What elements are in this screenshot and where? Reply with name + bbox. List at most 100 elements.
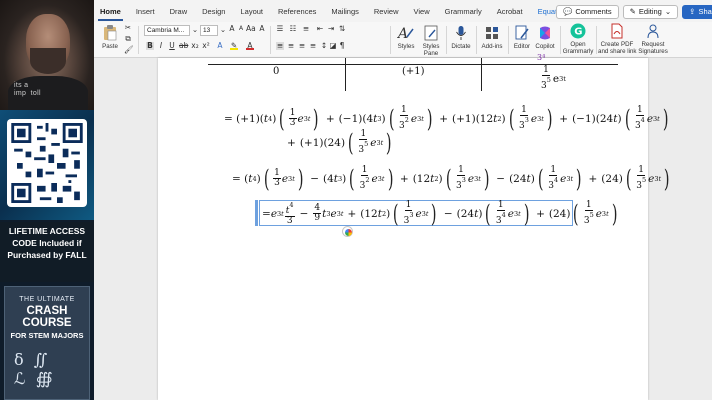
font-name-combo[interactable]: Cambria M...: [144, 25, 190, 36]
addins-label: Add-ins: [481, 43, 503, 50]
grid-addins-icon: [486, 27, 498, 39]
shading-icon[interactable]: ◪: [329, 42, 337, 50]
ribbon-home: Paste ✂ ⧉ 🖌 Cambria M... ⌄ 13 ⌄ A A Aa A…: [94, 22, 712, 58]
dictate-label: Dictate: [451, 43, 471, 50]
promo-line: CODE Included if: [12, 238, 82, 248]
cut-icon[interactable]: ✂: [124, 24, 132, 32]
decrease-indent-icon[interactable]: ⇤: [316, 25, 324, 33]
text-effects-icon[interactable]: A: [216, 42, 224, 50]
editing-button[interactable]: ✎ Editing ⌄: [622, 4, 679, 19]
font-size-value: 13: [203, 27, 211, 34]
styles-button[interactable]: A Styles: [394, 25, 418, 50]
chevron-down-icon[interactable]: ⌄: [191, 26, 199, 34]
dictate-button[interactable]: Dictate: [450, 25, 472, 50]
editor-label: Editor: [513, 43, 531, 50]
table-cell: (+1): [402, 66, 425, 77]
tab-grammarly[interactable]: Grammarly: [443, 5, 484, 21]
equation-line-1a: = (+1)(t 4)(1 3 e 3t) + (−1)(4 t 3)(1 32 e 3t) + (+…: [224, 104, 669, 133]
equation-line-3[interactable]: = e 3t t4 3 −4 9 t 3 e 3t + (12 t 2)(1 33 e 3t) − (24 t)…: [262, 201, 620, 226]
align-right-icon[interactable]: ≡: [298, 42, 306, 50]
italic-icon[interactable]: I: [157, 42, 165, 50]
fraction: 1 33: [456, 165, 466, 191]
font-name-value: Cambria M...: [147, 27, 185, 34]
create-pdf-button[interactable]: Create PDF and share link: [598, 23, 637, 55]
video-overlay-panel: its a imp toll LIFETIME ACCESS CODE Incl…: [0, 0, 94, 400]
subscript-icon[interactable]: x₂: [191, 42, 199, 50]
share-label: Share: [698, 7, 712, 16]
fraction: 1 34: [548, 165, 559, 191]
bold-icon[interactable]: B: [146, 42, 154, 50]
editor-button[interactable]: Editor: [512, 25, 532, 50]
format-painter-icon[interactable]: 🖌: [124, 46, 134, 54]
change-case-icon[interactable]: Aa: [246, 25, 256, 33]
shrink-font-icon[interactable]: A: [237, 25, 245, 33]
strikethrough-icon[interactable]: ab: [179, 42, 188, 50]
document-page[interactable]: 0 (+1) 3⁴ 1 35 e 3t = (+1)(t 4)(1 3 e 3t) + (−1…: [158, 53, 670, 400]
justify-icon[interactable]: ≡: [309, 42, 317, 50]
chevron-down-icon[interactable]: ⌄: [219, 26, 227, 34]
increase-indent-icon[interactable]: ⇥: [327, 25, 335, 33]
svg-text:A: A: [397, 26, 408, 41]
tab-review[interactable]: Review: [372, 5, 401, 21]
tab-draw[interactable]: Draw: [168, 5, 190, 21]
clipboard-icon: [104, 25, 117, 41]
webcam-beard: [30, 48, 66, 74]
tab-layout[interactable]: Layout: [238, 5, 265, 21]
tab-insert[interactable]: Insert: [134, 5, 157, 21]
align-left-icon[interactable]: ≡: [276, 42, 284, 50]
grow-font-icon[interactable]: A: [228, 25, 236, 33]
share-button[interactable]: ⇪ Share ⌄: [682, 4, 712, 19]
line-spacing-icon[interactable]: ↕: [320, 42, 328, 50]
paste-label: Paste: [102, 43, 118, 50]
editing-label: Editing: [638, 7, 662, 16]
equation-line-1b: + (+1)(24)(1 35 e 3t): [287, 128, 392, 157]
addins-button[interactable]: Add-ins: [480, 25, 504, 50]
multilevel-list-icon[interactable]: ≡: [302, 25, 310, 33]
grammarly-icon: G: [570, 23, 586, 39]
highlight-icon[interactable]: ✎: [230, 42, 238, 50]
divider: [390, 26, 391, 54]
fraction: 13: [273, 168, 281, 188]
exp-power: 3t: [559, 74, 566, 83]
copy-icon[interactable]: ⧉: [124, 35, 132, 43]
grammarly-widget-icon[interactable]: [342, 226, 353, 237]
copilot-button[interactable]: Copilot: [534, 25, 556, 50]
tab-view[interactable]: View: [411, 5, 431, 21]
font-color-icon[interactable]: A: [246, 42, 254, 50]
sort-icon[interactable]: ⇅: [338, 25, 346, 33]
request-signatures-button[interactable]: Request Signatures: [638, 23, 668, 55]
bullets-icon[interactable]: ☰: [276, 25, 284, 33]
font-size-combo[interactable]: 13: [200, 25, 218, 36]
request-signatures-label: Request Signatures: [638, 41, 668, 55]
numerator: 1: [542, 65, 550, 76]
underline-icon[interactable]: U: [168, 42, 176, 50]
fraction: 1 35: [583, 200, 594, 226]
styles-icon: A: [397, 26, 414, 41]
comment-icon: 💬: [563, 7, 573, 16]
tab-references[interactable]: References: [276, 5, 318, 21]
open-grammarly-button[interactable]: G Open Grammarly: [562, 23, 594, 55]
paste-button[interactable]: Paste: [100, 25, 120, 50]
superscript-icon[interactable]: x²: [202, 42, 210, 50]
numbering-icon[interactable]: ☷: [289, 25, 297, 33]
show-marks-icon[interactable]: ¶: [338, 42, 346, 50]
tab-acrobat[interactable]: Acrobat: [495, 5, 525, 21]
tab-design[interactable]: Design: [200, 5, 227, 21]
table-divider: [481, 58, 482, 91]
fraction: 13: [288, 108, 297, 128]
pdf-icon: [611, 23, 623, 39]
clear-formatting-icon[interactable]: A: [258, 25, 266, 33]
tab-home[interactable]: Home: [98, 5, 123, 21]
tab-mailings[interactable]: Mailings: [329, 5, 361, 21]
styles-pane-button[interactable]: Styles Pane: [420, 25, 442, 57]
equation-handle[interactable]: [255, 200, 258, 226]
qr-code-graphic: [11, 123, 83, 203]
divider: [508, 26, 509, 54]
fraction: 49: [313, 203, 322, 223]
shirt-text: its a imp toll: [14, 82, 41, 97]
pencil-icon: ✎: [629, 7, 636, 16]
align-center-icon[interactable]: ≡: [287, 42, 295, 50]
denominator: 35: [540, 76, 552, 91]
styles-pane-icon: [424, 25, 438, 41]
comments-button[interactable]: 💬 Comments: [556, 4, 619, 19]
